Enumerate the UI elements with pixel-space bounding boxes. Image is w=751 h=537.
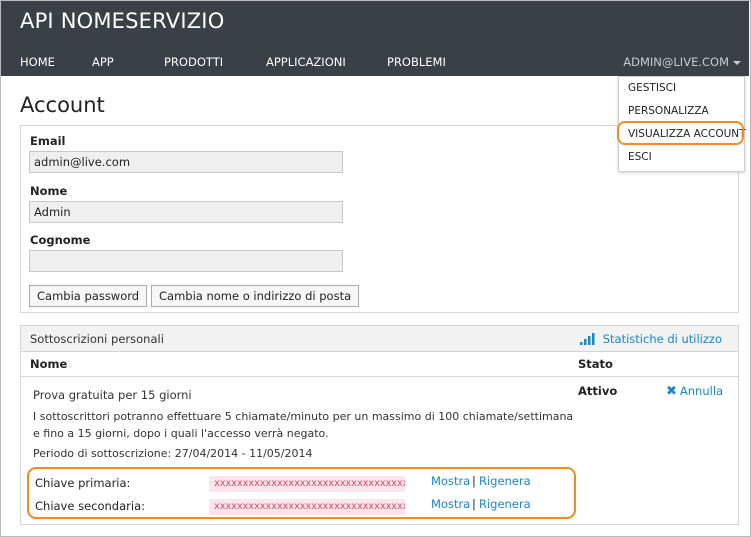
menu-item-visualizza-account[interactable]: VISUALIZZA ACCOUNT	[628, 128, 746, 140]
plan-description: I sottoscrittori potranno effettuare 5 c…	[33, 410, 574, 440]
cancel-label: Annulla	[679, 384, 724, 398]
first-name-label: Nome	[30, 184, 68, 198]
primary-key-regenerate-link[interactable]: Rigenera	[479, 474, 531, 488]
subscriptions-header: Sottoscrizioni personali Statistiche di …	[21, 326, 738, 352]
user-menu-toggle[interactable]: ADMIN@LIVE.COM	[623, 55, 741, 69]
column-header-status: Stato	[578, 357, 613, 371]
secondary-key-value: xxxxxxxxxxxxxxxxxxxxxxxxxxxxxxxxxx	[209, 499, 405, 515]
plan-name: Prova gratuita per 15 giorni	[33, 388, 192, 402]
x-icon: ✖	[666, 384, 677, 399]
user-dropdown-menu: GESTISCI PERSONALIZZA VISUALIZZA ACCOUNT…	[618, 76, 746, 172]
menu-item-esci[interactable]: ESCI	[628, 151, 652, 163]
top-bar: API NOMESERVIZIO HOME APP PRODOTTI APPLI…	[1, 1, 749, 76]
cancel-subscription-link[interactable]: ✖ Annulla	[666, 384, 723, 399]
subscriptions-panel: Sottoscrizioni personali Statistiche di …	[20, 325, 739, 525]
primary-key-value: xxxxxxxxxxxxxxxxxxxxxxxxxxxxxxxxxx	[209, 476, 405, 492]
user-name: ADMIN@LIVE.COM	[623, 55, 729, 69]
subscription-period: Periodo di sottoscrizione: 27/04/2014 - …	[33, 447, 313, 460]
secondary-key-label: Chiave secondaria:	[35, 499, 146, 513]
caret-down-icon	[733, 60, 741, 65]
last-name-label: Cognome	[30, 233, 91, 247]
secondary-key-separator: |	[472, 497, 476, 511]
nav-applicazioni[interactable]: APPLICAZIONI	[266, 55, 346, 69]
main-nav: HOME APP PRODOTTI APPLICAZIONI PROBLEMI …	[1, 53, 749, 75]
change-name-email-button[interactable]: Cambia nome o indirizzo di posta	[151, 285, 360, 307]
first-name-field[interactable]	[29, 201, 343, 223]
last-name-field[interactable]	[29, 250, 343, 272]
menu-item-personalizza[interactable]: PERSONALIZZA	[628, 105, 709, 117]
nav-prodotti[interactable]: PRODOTTI	[164, 55, 223, 69]
nav-problemi[interactable]: PROBLEMI	[387, 55, 446, 69]
status-value: Attivo	[578, 384, 618, 398]
email-field[interactable]	[29, 151, 343, 173]
nav-home[interactable]: HOME	[20, 55, 55, 69]
secondary-key-show-link[interactable]: Mostra	[431, 497, 470, 511]
primary-key-separator: |	[472, 474, 476, 488]
primary-key-label: Chiave primaria:	[35, 476, 131, 490]
change-password-button[interactable]: Cambia password	[29, 285, 148, 307]
menu-item-gestisci[interactable]: GESTISCI	[628, 82, 676, 94]
email-label: Email	[30, 134, 66, 148]
app-title: API NOMESERVIZIO	[20, 9, 225, 33]
nav-app[interactable]: APP	[92, 55, 114, 69]
primary-key-show-link[interactable]: Mostra	[431, 474, 470, 488]
secondary-key-regenerate-link[interactable]: Rigenera	[479, 497, 531, 511]
subscriptions-title: Sottoscrizioni personali	[30, 332, 164, 346]
bar-chart-icon	[579, 333, 595, 345]
column-header-name: Nome	[30, 357, 68, 371]
usage-statistics-link[interactable]: Statistiche di utilizzo	[579, 332, 722, 346]
usage-statistics-label: Statistiche di utilizzo	[602, 332, 722, 346]
keys-highlight-outline: Chiave primaria: xxxxxxxxxxxxxxxxxxxxxxx…	[27, 467, 576, 519]
page-title: Account	[20, 93, 105, 117]
header-divider	[21, 376, 738, 377]
